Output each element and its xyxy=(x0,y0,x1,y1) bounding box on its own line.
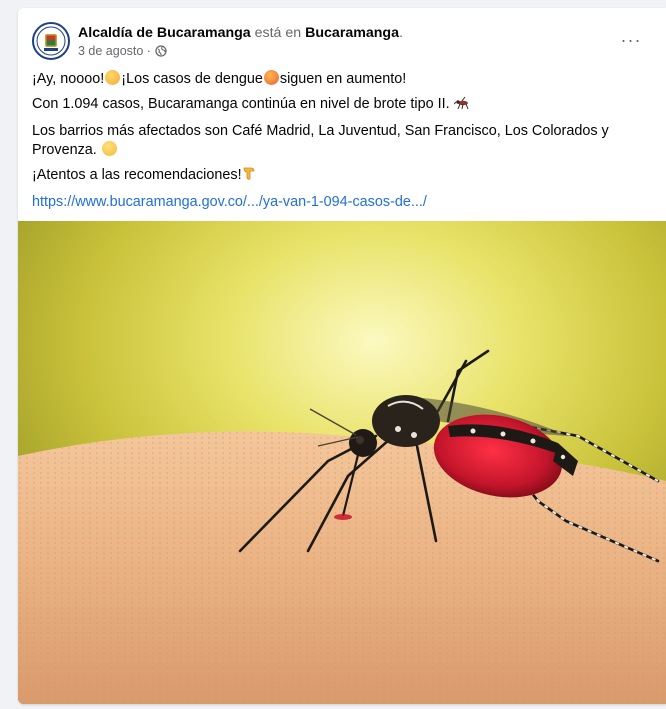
location-suffix: . xyxy=(398,25,403,41)
page-avatar[interactable] xyxy=(32,22,70,60)
author-connector: está en xyxy=(250,25,306,41)
mosquito-illustration xyxy=(18,221,666,704)
line1-part-b: ¡Los casos de dengue xyxy=(121,71,263,87)
line2-text: Con 1.094 casos, Bucaramanga continúa en… xyxy=(32,96,450,112)
pointing-down-emoji xyxy=(242,166,256,187)
line1-part-a: ¡Ay, noooo! xyxy=(32,71,105,87)
facebook-post-card: Alcaldía de Bucaramanga está en Bucarama… xyxy=(18,8,666,704)
post-line-1: ¡Ay, noooo! ¡Los casos de dengue siguen en… xyxy=(32,70,656,89)
post-line-3: Los barrios más afectados son Café Madri… xyxy=(32,122,656,160)
post-date[interactable]: 3 de agosto · xyxy=(78,43,151,59)
line1-part-c: siguen en aumento! xyxy=(279,71,407,87)
mosquito-on-skin-photo[interactable] xyxy=(18,221,666,704)
post-line-4: ¡Atentos a las recomendaciones! xyxy=(32,166,656,187)
line4-text: ¡Atentos a las recomendaciones! xyxy=(32,167,242,183)
post-header: Alcaldía de Bucaramanga está en Bucarama… xyxy=(32,22,652,62)
sad-face-emoji xyxy=(105,70,121,85)
post-link[interactable]: https://www.bucaramanga.gov.co/.../ya-va… xyxy=(32,193,427,212)
post-meta: 3 de agosto · xyxy=(78,43,167,59)
globe-icon xyxy=(155,45,167,57)
smiling-face-emoji xyxy=(101,141,117,156)
post-line-2: Con 1.094 casos, Bucaramanga continúa en… xyxy=(32,95,656,116)
worried-face-emoji xyxy=(263,70,279,85)
post-text: ¡Ay, noooo! ¡Los casos de dengue siguen en… xyxy=(32,70,656,212)
location-name[interactable]: Bucaramanga xyxy=(305,25,399,41)
more-options-button[interactable]: ··· xyxy=(616,28,646,52)
city-seal-icon xyxy=(36,26,66,56)
author-name[interactable]: Alcaldía de Bucaramanga xyxy=(78,25,251,41)
mosquito-emoji xyxy=(453,96,470,116)
post-author-line: Alcaldía de Bucaramanga está en Bucarama… xyxy=(78,24,403,42)
line3-text: Los barrios más afectados son Café Madri… xyxy=(32,123,609,158)
